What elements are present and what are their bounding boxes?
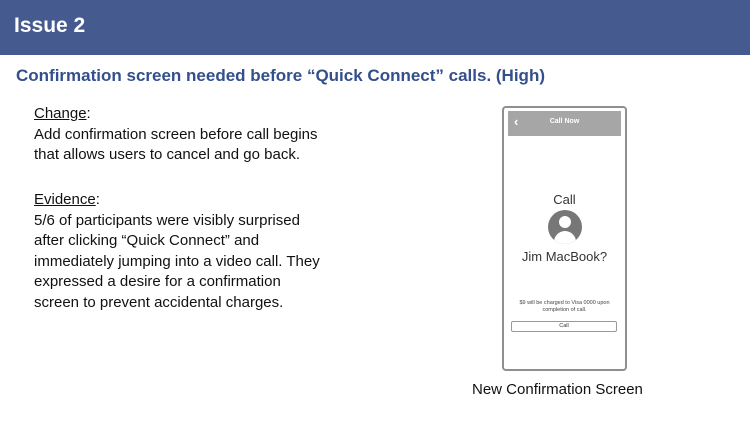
phone-nav-bar: ‹ Call Now (508, 111, 621, 136)
change-line: that allows users to cancel and go back. (34, 146, 300, 163)
contact-name: Jim MacBook? (521, 249, 608, 264)
change-label: Change (34, 105, 87, 122)
phone-mockup: ‹ Call Now Call Jim MacBook? $9 will be … (502, 106, 627, 371)
evidence-section: Evidence: 5/6 of participants were visib… (34, 190, 364, 313)
issue-subtitle: Confirmation screen needed before “Quick… (16, 66, 545, 85)
charge-note-line: $9 will be charged to Visa 0000 upon (519, 300, 610, 306)
charge-note: $9 will be charged to Visa 0000 upon com… (510, 300, 619, 314)
evidence-line: expressed a desire for a confirmation (34, 273, 281, 290)
evidence-label: Evidence (34, 191, 96, 208)
evidence-line: immediately jumping into a video call. T… (34, 252, 320, 270)
change-label-colon: : (86, 105, 91, 122)
avatar-head (559, 216, 571, 228)
header-bar: Issue 2 (0, 0, 750, 55)
evidence-line: screen to prevent accidental charges. (34, 293, 284, 311)
phone-bar-title: Call Now (549, 118, 580, 125)
user-avatar-icon (548, 210, 582, 244)
evidence-label-colon: : (95, 191, 100, 208)
charge-note-line: completion of call. (542, 307, 587, 313)
change-line: Add confirmation screen before call begi… (34, 125, 318, 143)
call-button[interactable]: Call (511, 321, 617, 332)
call-prompt: Call (553, 192, 576, 207)
change-heading: Change: (34, 104, 364, 125)
phone-caption: New Confirmation Screen (472, 381, 643, 398)
evidence-line: after clicking “Quick Connect” and (34, 232, 260, 249)
change-section: Change: Add confirmation screen before c… (34, 104, 364, 166)
evidence-heading: Evidence: (34, 190, 364, 211)
slide-title: Issue 2 (14, 14, 86, 37)
evidence-line: 5/6 of participants were visibly surpris… (34, 211, 300, 229)
avatar-torso (554, 231, 576, 244)
